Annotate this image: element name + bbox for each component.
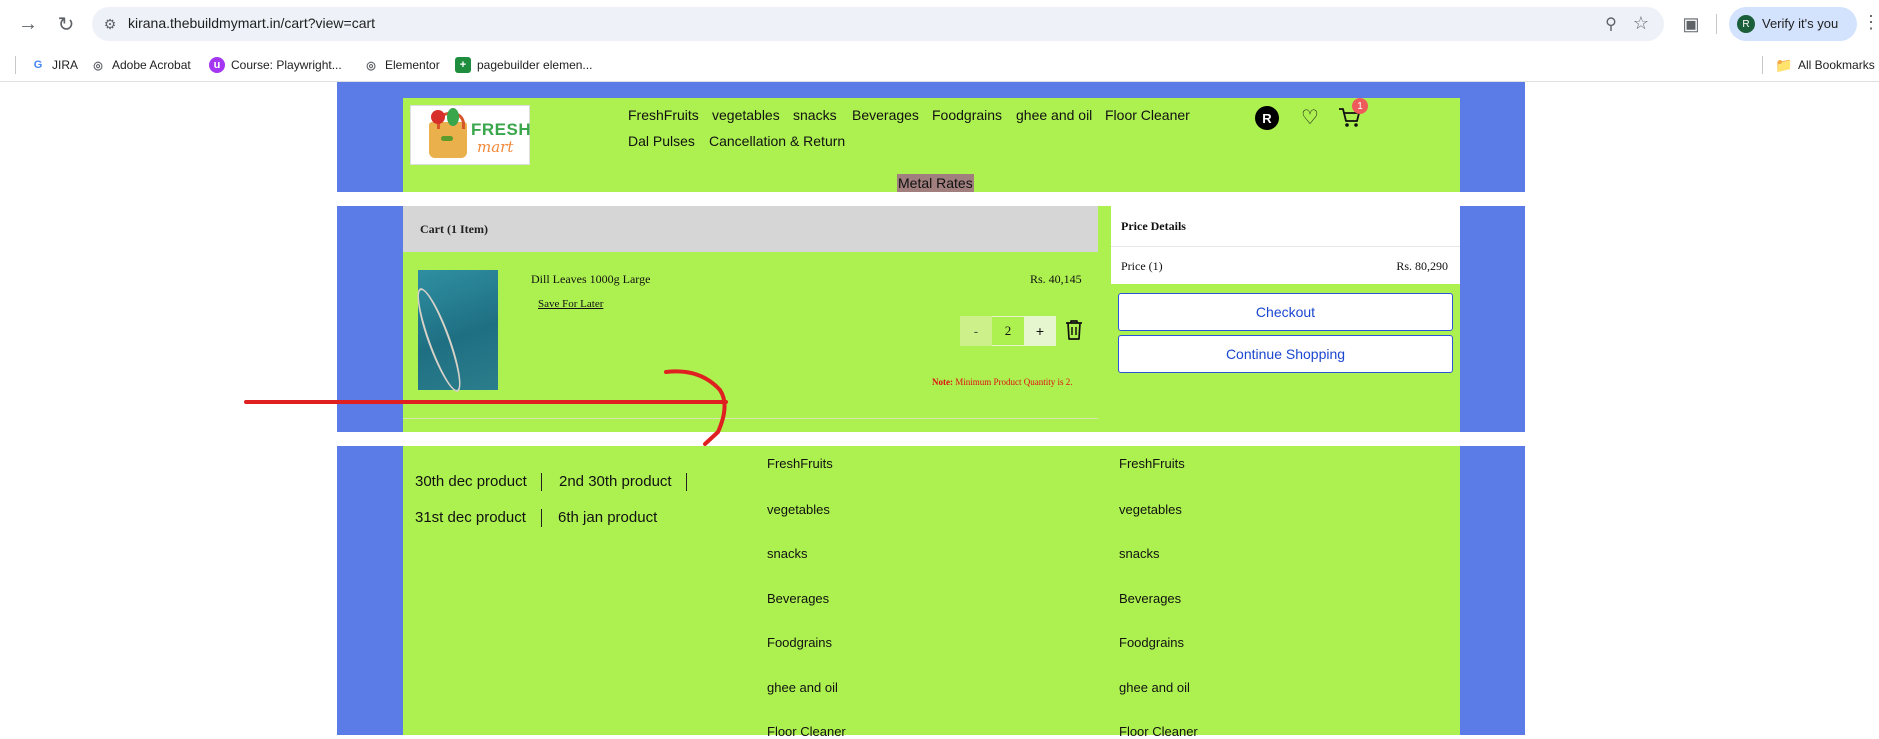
nav-dal-pulses[interactable]: Dal Pulses	[628, 133, 695, 149]
checkout-button[interactable]: Checkout	[1118, 293, 1453, 331]
bag-label-icon	[441, 136, 453, 141]
footer-separator	[541, 473, 542, 491]
nav-beverages[interactable]: Beverages	[852, 107, 919, 123]
price-value: Rs. 80,290	[1396, 259, 1448, 273]
all-bookmarks-label: All Bookmarks	[1798, 58, 1875, 72]
toolbar-divider	[1716, 14, 1717, 34]
footer-col2-item[interactable]: Floor Cleaner	[1119, 724, 1198, 739]
url-text: kirana.thebuildmymart.in/cart?view=cart	[128, 15, 376, 31]
footer-col2-item[interactable]: ghee and oil	[1119, 680, 1190, 695]
reload-icon[interactable]: ↻	[52, 10, 80, 38]
bookmarks-divider	[15, 56, 16, 74]
footer-separator	[541, 509, 542, 527]
bangle-icon	[409, 284, 469, 396]
cart-header: Cart (1 Item)	[403, 206, 1098, 252]
product-image[interactable]	[409, 270, 498, 396]
bookmarks-divider	[1762, 56, 1763, 74]
site-logo[interactable]: FRESH mart	[410, 105, 532, 165]
wishlist-heart-icon[interactable]: ♡	[1297, 104, 1323, 130]
footer-link-30th-dec[interactable]: 30th dec product	[415, 473, 527, 490]
globe-icon: ◎	[93, 59, 103, 72]
price-details-title: Price Details	[1121, 219, 1186, 233]
sheets-icon: +	[455, 57, 471, 73]
save-for-later-link[interactable]: Save For Later	[538, 298, 603, 310]
site-settings-icon[interactable]: ⚙	[100, 14, 120, 34]
more-menu-icon[interactable]: ⋮	[1862, 12, 1879, 33]
nav-vegetables[interactable]: vegetables	[712, 107, 780, 123]
logo-text-fresh: FRESH	[471, 120, 532, 139]
bookmark-elementor[interactable]: ◎ Elementor	[363, 56, 440, 74]
forward-arrow-icon[interactable]: →	[14, 10, 42, 38]
note-text: Minimum Product Quantity is 2.	[953, 377, 1073, 387]
nav-ghee-and-oil[interactable]: ghee and oil	[1016, 107, 1092, 123]
quantity-increase-button[interactable]: +	[1024, 316, 1056, 346]
bookmark-label: JIRA	[52, 58, 79, 72]
nav-snacks[interactable]: snacks	[793, 107, 837, 123]
zoom-icon[interactable]: ⚲	[1600, 13, 1622, 35]
tomato-icon	[431, 110, 445, 124]
verify-label: Verify it's you	[1762, 16, 1839, 31]
verify-profile-button[interactable]: R Verify it's you	[1729, 7, 1857, 41]
all-bookmarks-button[interactable]: 📁 All Bookmarks	[1775, 56, 1875, 74]
bookmark-label: Adobe Acrobat	[112, 58, 191, 72]
nav-freshfruits[interactable]: FreshFruits	[628, 107, 699, 123]
price-label: Price (1)	[1121, 259, 1163, 273]
footer-col2-item[interactable]: vegetables	[1119, 502, 1182, 517]
quantity-value[interactable]: 2	[992, 316, 1024, 346]
globe-icon: ◎	[366, 59, 376, 72]
bookmark-pagebuilder[interactable]: + pagebuilder elemen...	[455, 56, 592, 74]
footer-col2-item[interactable]: Foodgrains	[1119, 635, 1184, 650]
footer-col1-item[interactable]: Foodgrains	[767, 635, 832, 650]
footer-col2-item[interactable]: snacks	[1119, 546, 1159, 561]
extensions-icon[interactable]: ▣	[1678, 11, 1704, 37]
footer-link-31st-dec[interactable]: 31st dec product	[415, 509, 526, 526]
footer-col1-item[interactable]: Beverages	[767, 591, 829, 606]
footer-separator	[686, 473, 687, 491]
footer-col2-item[interactable]: FreshFruits	[1119, 456, 1185, 471]
nav-foodgrains[interactable]: Foodgrains	[932, 107, 1002, 123]
footer-col1-item[interactable]: Floor Cleaner	[767, 724, 846, 739]
bookmark-star-icon[interactable]: ☆	[1630, 12, 1652, 34]
udemy-icon: u	[209, 57, 225, 73]
quantity-decrease-button[interactable]: -	[960, 316, 992, 346]
footer-link-2nd-30th[interactable]: 2nd 30th product	[559, 473, 672, 490]
google-icon: G	[33, 59, 43, 71]
trash-icon-svg	[1066, 320, 1082, 340]
footer-col1-item[interactable]: snacks	[767, 546, 807, 561]
footer-col1-item[interactable]: ghee and oil	[767, 680, 838, 695]
bookmark-label: Elementor	[385, 58, 440, 72]
footer-link-6th-jan[interactable]: 6th jan product	[558, 509, 657, 526]
cart-divider	[403, 418, 1098, 419]
bookmark-course-playwright[interactable]: u Course: Playwright...	[209, 56, 342, 74]
min-quantity-note: Note: Minimum Product Quantity is 2.	[932, 377, 1073, 387]
leaf-icon	[447, 108, 459, 126]
bookmarks-bar: G JIRA ◎ Adobe Acrobat u Course: Playwri…	[0, 48, 1879, 82]
delete-trash-icon[interactable]	[1064, 318, 1084, 342]
address-bar[interactable]: ⚙ kirana.thebuildmymart.in/cart?view=car…	[92, 7, 1664, 41]
cart-title: Cart (1 Item)	[420, 222, 488, 236]
price-details-header: Price Details	[1111, 206, 1460, 246]
bookmark-label: pagebuilder elemen...	[477, 58, 593, 72]
bookmark-adobe-acrobat[interactable]: ◎ Adobe Acrobat	[90, 56, 191, 74]
bookmark-jira[interactable]: G JIRA	[30, 56, 78, 74]
footer-col1-item[interactable]: vegetables	[767, 502, 830, 517]
note-label: Note:	[932, 377, 953, 387]
continue-shopping-button[interactable]: Continue Shopping	[1118, 335, 1453, 373]
logo-text-mart: mart	[477, 138, 514, 156]
user-avatar[interactable]: R	[1255, 106, 1279, 130]
nav-floor-cleaner[interactable]: Floor Cleaner	[1105, 107, 1190, 123]
profile-avatar: R	[1737, 15, 1755, 33]
footer-col1-item[interactable]: FreshFruits	[767, 456, 833, 471]
nav-metal-rates[interactable]: Metal Rates	[897, 174, 974, 192]
bookmark-label: Course: Playwright...	[231, 58, 342, 72]
product-name[interactable]: Dill Leaves 1000g Large	[531, 272, 650, 287]
folder-icon: 📁	[1775, 56, 1793, 73]
product-price: Rs. 40,145	[1030, 272, 1082, 286]
nav-cancellation-return[interactable]: Cancellation & Return	[709, 133, 845, 149]
footer-col2-item[interactable]: Beverages	[1119, 591, 1181, 606]
browser-toolbar: → ↻ ⚙ kirana.thebuildmymart.in/cart?view…	[0, 0, 1879, 48]
cart-count-badge: 1	[1352, 98, 1368, 114]
price-row: Price (1) Rs. 80,290	[1111, 246, 1460, 284]
